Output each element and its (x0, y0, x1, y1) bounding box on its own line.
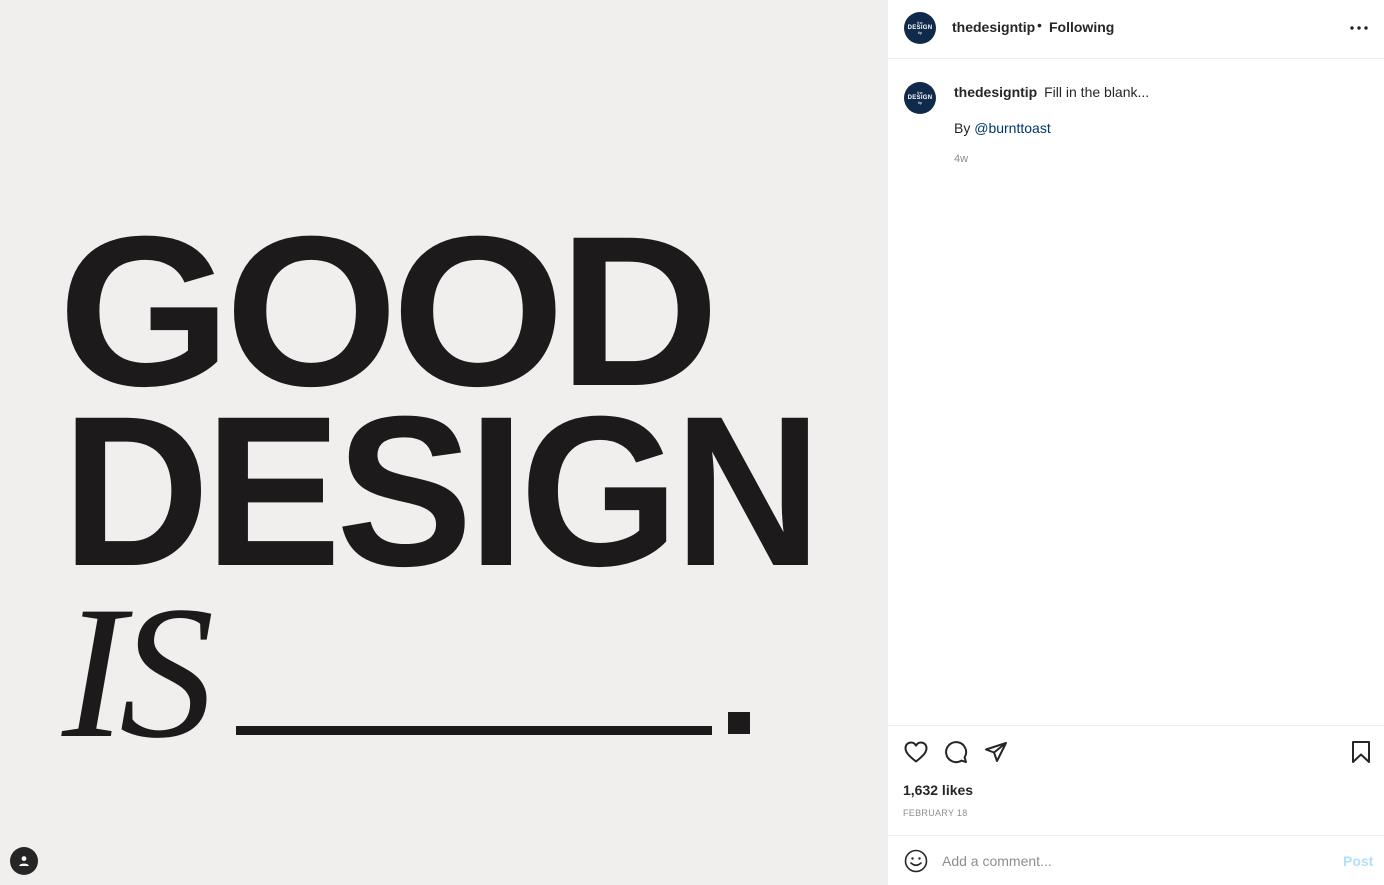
avatar-text-bottom: tip (917, 100, 923, 106)
save-button[interactable] (1348, 739, 1374, 765)
post-header: the DESIGN tip thedesigntip • Following (888, 0, 1384, 59)
post-image[interactable]: GOOD DESIGN IS (0, 0, 888, 885)
share-button[interactable] (983, 739, 1009, 765)
comment-icon (945, 741, 968, 764)
avatar[interactable]: the DESIGN tip (904, 12, 936, 44)
tagged-users-button[interactable] (10, 847, 38, 875)
like-button[interactable] (903, 739, 929, 765)
comment-button[interactable] (943, 739, 969, 765)
credit-handle-link[interactable]: @burnttoast (974, 120, 1050, 136)
caption-credit: By @burnttoast (954, 120, 1051, 136)
following-button[interactable]: Following (1049, 19, 1114, 35)
caption-line: thedesigntip Fill in the blank... (954, 84, 1149, 100)
post-comment-button[interactable]: Post (1343, 853, 1373, 869)
avatar-text-bottom: tip (917, 30, 923, 36)
headline-line-2: DESIGN (62, 372, 822, 611)
header-username-link[interactable]: thedesigntip (952, 19, 1035, 35)
post-details-panel: the DESIGN tip thedesigntip • Following … (888, 0, 1384, 885)
blank-period (728, 712, 750, 734)
comment-form: Post (888, 835, 1384, 885)
caption-username-link[interactable]: thedesigntip (954, 84, 1037, 100)
more-horizontal-icon (1350, 26, 1368, 30)
post-date[interactable]: FEBRUARY 18 (903, 808, 968, 818)
emoji-icon (904, 849, 928, 873)
credit-prefix: By (954, 120, 971, 136)
caption-text: Fill in the blank... (1044, 84, 1150, 100)
bookmark-icon (1352, 741, 1370, 763)
heart-icon (904, 741, 928, 763)
more-options-button[interactable] (1348, 18, 1370, 38)
headline-line-3: IS (62, 568, 214, 778)
separator-dot: • (1037, 17, 1042, 33)
comment-input[interactable] (942, 850, 1322, 872)
blank-underline (236, 726, 712, 735)
user-icon (19, 856, 29, 866)
caption-timestamp[interactable]: 4w (954, 153, 968, 165)
post-actions: 1,632 likes FEBRUARY 18 (888, 725, 1384, 835)
caption-avatar[interactable]: the DESIGN tip (904, 82, 936, 114)
likes-count[interactable]: 1,632 likes (903, 782, 973, 798)
share-icon (985, 742, 1007, 762)
emoji-button[interactable] (904, 849, 928, 873)
